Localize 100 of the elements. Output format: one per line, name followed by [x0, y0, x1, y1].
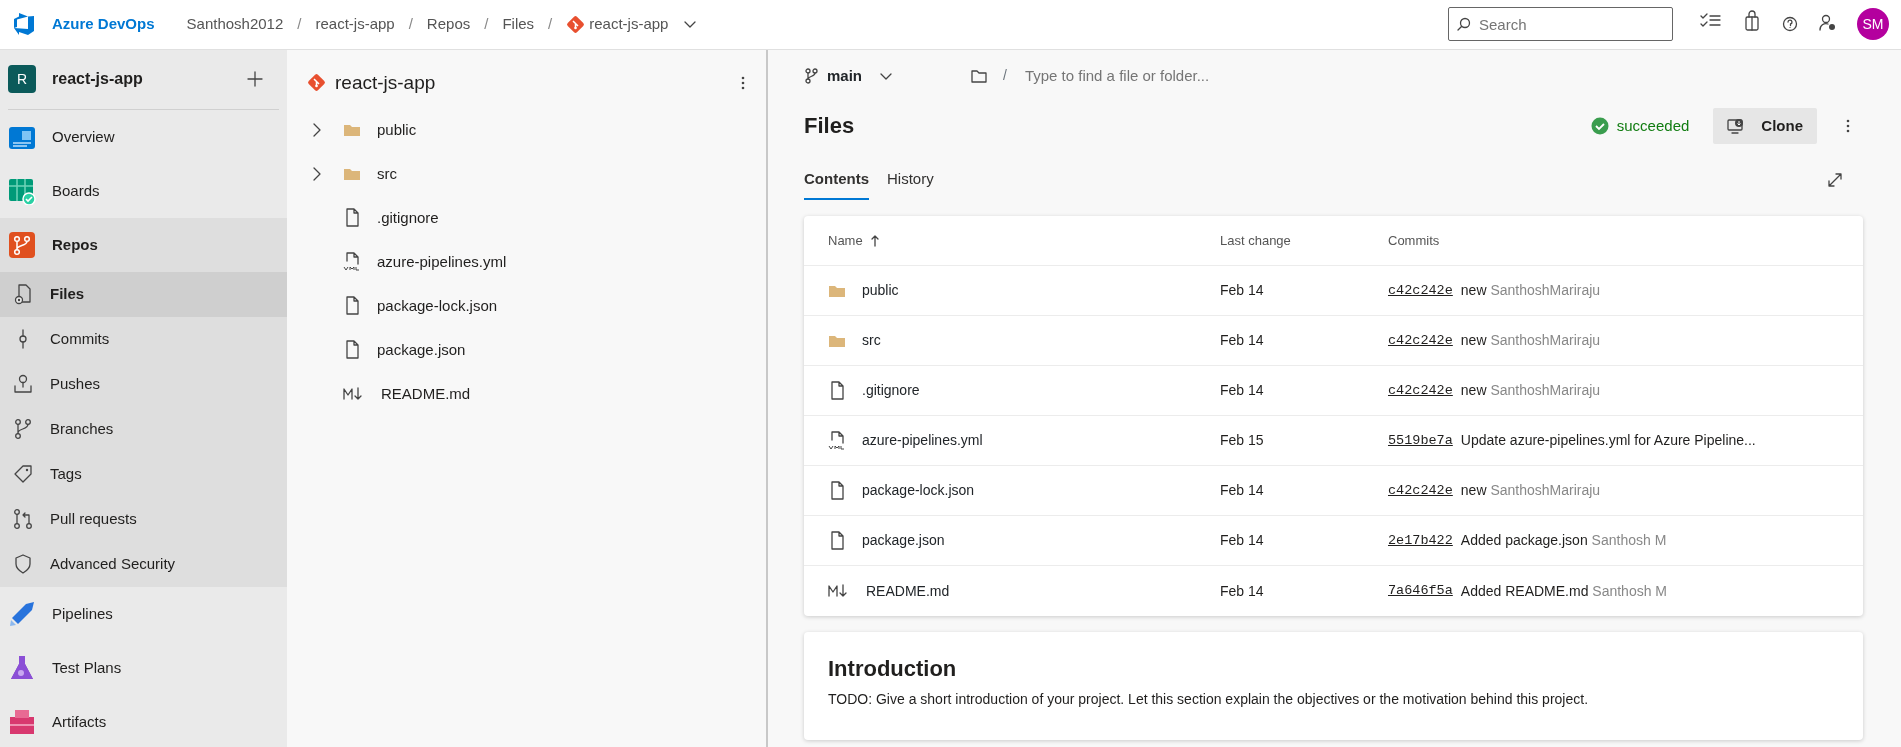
breadcrumb-link[interactable]: Santhosh2012 [186, 13, 284, 36]
tree-item[interactable]: README.md [307, 371, 746, 416]
column-header[interactable]: Name [828, 231, 879, 251]
file-icon [828, 480, 846, 501]
breadcrumb-separator: / [297, 14, 302, 35]
file-name-link[interactable]: azure-pipelines.yml [862, 430, 983, 452]
file-name-link[interactable]: .gitignore [862, 380, 920, 402]
last-change-cell-text: Feb 14 [1220, 481, 1265, 501]
breadcrumb-link[interactable]: Repos [426, 13, 471, 36]
tree-item[interactable]: azure-pipelines.yml [307, 239, 746, 284]
branch-icon [804, 67, 818, 84]
expand-icon[interactable] [1827, 172, 1843, 189]
last-change-cell-text: Feb 14 [1220, 381, 1265, 401]
commit-message: Added package.json Santhosh M [1460, 531, 1667, 551]
nav-item[interactable]: Repos [0, 217, 287, 272]
breadcrumb-link[interactable]: Files [502, 13, 535, 36]
file-icon [343, 295, 361, 316]
commit-hash-link[interactable]: c42c242e [1388, 480, 1453, 501]
pull-request-icon [12, 508, 34, 531]
box-icon [8, 707, 36, 736]
project-avatar: R [8, 65, 36, 94]
tree-item[interactable]: package-lock.json [307, 283, 746, 328]
yaml-file-icon [828, 430, 846, 451]
more-options-icon[interactable] [1845, 117, 1851, 134]
chevron-right-icon[interactable] [312, 165, 322, 182]
last-change-cell-text: Feb 14 [1220, 281, 1265, 301]
commit-hash-link[interactable]: 7a646f5a [1388, 581, 1453, 602]
tree-item[interactable]: public [307, 107, 746, 152]
clone-button[interactable]: Clone [1713, 107, 1817, 144]
nav-subitem[interactable]: Files [0, 271, 287, 317]
chevron-right-icon[interactable] [312, 121, 322, 138]
devops-logo-icon [12, 12, 36, 37]
commit-message: new SanthoshMariraju [1460, 381, 1601, 401]
add-icon[interactable] [247, 71, 263, 88]
user-avatar[interactable]: SM [1857, 8, 1889, 41]
commit-message: new SanthoshMariraju [1460, 331, 1601, 351]
nav-subitem[interactable]: Pull requests [0, 496, 287, 542]
breadcrumb-separator: / [548, 14, 553, 35]
nav-subitem[interactable]: Advanced Security [0, 541, 287, 587]
last-change-cell-text: Feb 14 [1220, 331, 1265, 351]
file-name-link[interactable]: src [862, 330, 881, 352]
commit-message: Update azure-pipelines.yml for Azure Pipeline... [1460, 431, 1756, 451]
commit-message: new SanthoshMariraju [1460, 281, 1601, 301]
commit-hash-link[interactable]: 5519be7a [1388, 430, 1453, 451]
shield-icon [12, 553, 34, 576]
monitor-download-icon [1727, 117, 1746, 134]
path-search-field[interactable]: Type to find a file or folder... [1022, 63, 1323, 89]
breadcrumb-link[interactable]: react-js-app [589, 13, 669, 36]
nav-subitem[interactable]: Commits [0, 316, 287, 362]
breadcrumb-link[interactable]: react-js-app [315, 13, 395, 36]
file-icon [828, 530, 846, 551]
tab[interactable]: History [887, 159, 934, 201]
breadcrumb-separator: / [484, 14, 489, 35]
tab[interactable]: Contents [804, 159, 869, 201]
nav-item[interactable]: Test Plans [0, 640, 287, 695]
commit-message: Added README.md Santhosh M [1460, 581, 1668, 601]
tree-item[interactable]: .gitignore [307, 195, 746, 240]
file-icon [343, 207, 361, 228]
nav-item[interactable]: Boards [0, 163, 287, 218]
success-check-icon [1590, 116, 1609, 135]
readme-text: TODO: Give a short introduction of your project. Let this section explain the objectives or the motivation behind this project. [828, 690, 1590, 710]
last-change-cell-text: Feb 15 [1220, 431, 1265, 451]
page-title: Files [804, 112, 856, 141]
tree-item[interactable]: package.json [307, 327, 746, 372]
commit-message: new SanthoshMariraju [1460, 481, 1601, 501]
last-change-cell-text: Feb 14 [1220, 531, 1265, 551]
tree-item[interactable]: src [307, 151, 746, 196]
commit-hash-link[interactable]: 2e17b422 [1388, 530, 1453, 551]
commit-hash-link[interactable]: c42c242e [1388, 330, 1453, 351]
commit-hash-link[interactable]: c42c242e [1388, 380, 1453, 401]
file-name-link[interactable]: package.json [862, 530, 945, 552]
yaml-file-icon [343, 251, 361, 272]
more-options-icon[interactable] [740, 74, 746, 91]
nav-item[interactable]: Artifacts [0, 694, 287, 747]
column-header[interactable]: Last change [1220, 231, 1291, 251]
breadcrumb-separator: / [408, 14, 413, 35]
file-name-link[interactable]: README.md [866, 580, 950, 602]
product-name[interactable]: Azure DevOps [52, 13, 155, 36]
search-field[interactable]: Search [1448, 7, 1673, 42]
nav-item[interactable]: Pipelines [0, 586, 287, 641]
file-icon [828, 380, 846, 401]
nav-subitem[interactable]: Pushes [0, 361, 287, 407]
repos-icon [8, 230, 36, 259]
nav-subitem[interactable]: Branches [0, 406, 287, 452]
branch-selector[interactable]: main [826, 63, 895, 89]
column-header[interactable]: Commits [1388, 231, 1440, 251]
boards-icon [8, 176, 36, 205]
file-icon [12, 283, 34, 306]
folder-outline-icon [971, 68, 987, 83]
nav-subitem[interactable]: Tags [0, 451, 287, 497]
project-name[interactable]: react-js-app [52, 67, 231, 92]
build-status: succeeded [1616, 115, 1690, 136]
flask-icon [8, 653, 36, 682]
nav-item[interactable]: Overview [0, 109, 287, 164]
file-name-link[interactable]: package-lock.json [862, 480, 975, 502]
last-change-cell-text: Feb 14 [1220, 581, 1265, 601]
search-icon [1457, 17, 1471, 32]
commit-hash-link[interactable]: c42c242e [1388, 280, 1453, 301]
file-name-link[interactable]: public [862, 280, 899, 302]
branch-icon [12, 418, 34, 441]
